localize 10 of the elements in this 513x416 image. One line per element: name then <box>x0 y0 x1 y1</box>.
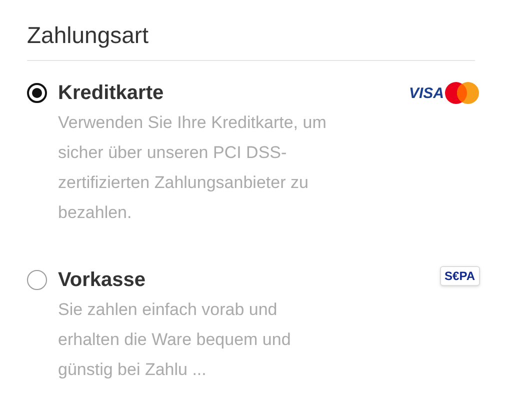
radio-button[interactable] <box>27 270 47 290</box>
option-label[interactable]: Kreditkarte <box>58 79 164 107</box>
card-logo-text: VISA <box>408 86 444 100</box>
option-description: Sie zahlen einfach vorab und erhalten die Ware bequem und günstig bei Zahlu ... <box>58 299 292 381</box>
radio-button[interactable] <box>27 83 47 103</box>
option-description: Verwenden Sie Ihre Kreditkarte, um sicher über unseren PCI DSS-zertifizierten Zahlungsanbieter zu bezahlen. <box>58 112 328 224</box>
section-title: Zahlungsart <box>27 20 475 61</box>
sepa-logo: S€PA <box>440 266 480 286</box>
option-label[interactable]: Vorkasse <box>58 266 146 294</box>
mastercard-icon <box>444 81 480 105</box>
